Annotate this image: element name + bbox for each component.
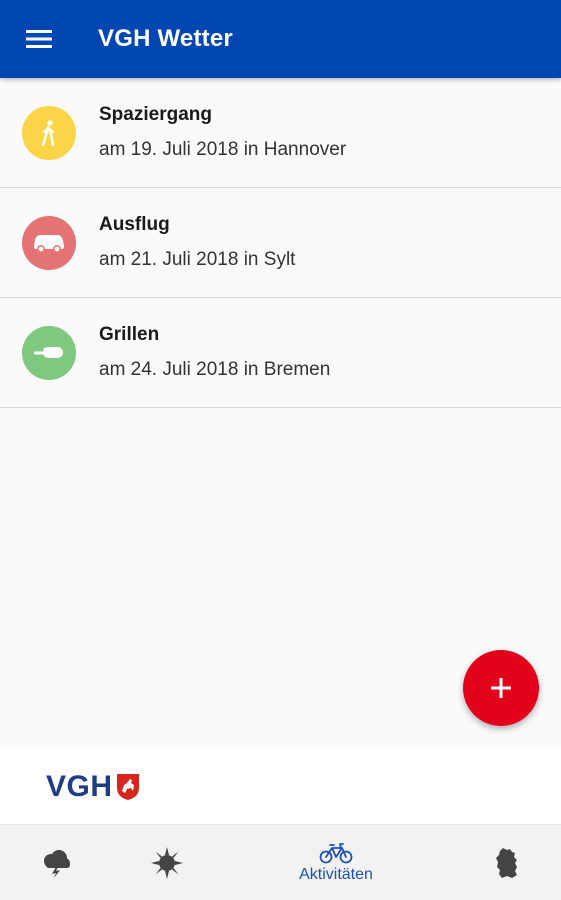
list-item[interactable]: Grillen am 24. Juli 2018 in Bremen [0,298,561,408]
activity-title: Grillen [99,324,160,345]
hamburger-menu-icon [26,30,52,48]
bicycle-icon [319,843,353,864]
germany-map-icon [496,848,517,878]
shield-horse-icon [116,774,139,800]
vgh-logo-text: VGH [46,770,113,803]
activity-title: Spaziergang [99,104,212,125]
activity-avatar [22,105,76,160]
grill-sausage-icon [34,346,63,358]
nav-item-weather-warnings[interactable] [36,825,76,900]
menu-button[interactable] [0,0,78,78]
activity-title: Ausflug [99,214,170,235]
nav-item-map[interactable] [487,825,527,900]
nav-item-activities[interactable]: Aktivitäten [281,825,391,900]
footer-logo-bar: VGH [0,748,561,824]
activity-list: Spaziergang am 19. Juli 2018 in Hannover… [0,78,561,408]
add-activity-button[interactable] [463,650,539,726]
activity-subtitle: am 19. Juli 2018 in Hannover [99,139,347,160]
nav-label-activities: Aktivitäten [299,866,373,883]
nav-item-weather[interactable] [147,825,187,900]
walking-person-icon [41,119,55,146]
bottom-navigation: Aktivitäten [0,824,561,900]
sun-icon [151,847,183,879]
activity-avatar [22,325,76,380]
list-item[interactable]: Ausflug am 21. Juli 2018 in Sylt [0,188,561,298]
activity-subtitle: am 24. Juli 2018 in Bremen [99,359,331,380]
car-icon [34,234,64,253]
plus-icon [491,678,511,698]
storm-cloud-icon [44,850,70,878]
app-bar: VGH Wetter [0,0,561,78]
app-title: VGH Wetter [98,25,233,52]
vgh-logo: VGH [46,772,140,802]
activity-avatar [22,215,76,270]
list-item[interactable]: Spaziergang am 19. Juli 2018 in Hannover [0,78,561,188]
activity-subtitle: am 21. Juli 2018 in Sylt [99,249,296,270]
